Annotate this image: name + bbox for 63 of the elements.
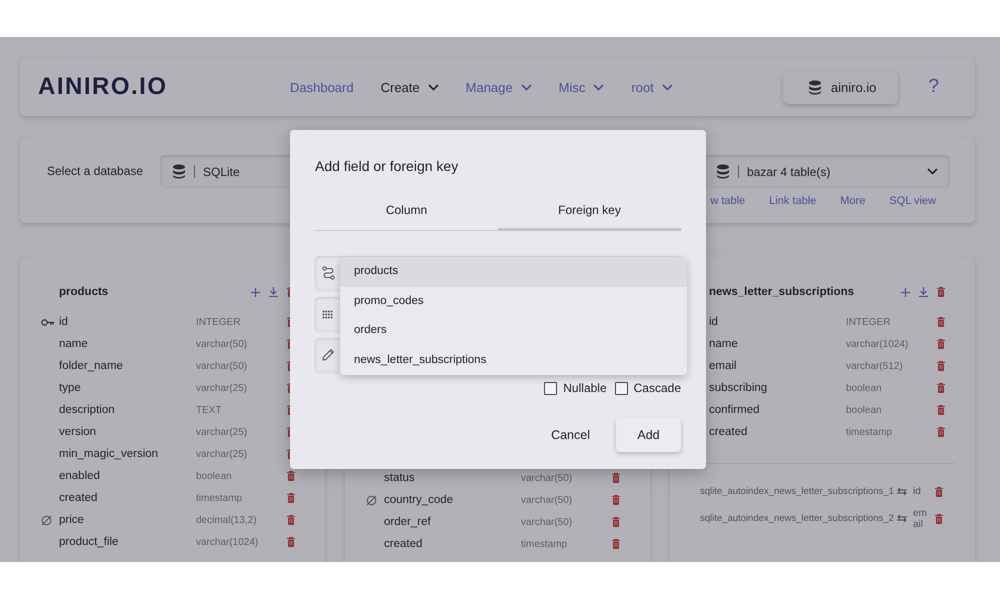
column-name: email [709,360,738,372]
column-type: varchar(512) [846,360,904,372]
column-name: name [59,338,89,350]
dialog-title: Add field or foreign key [315,157,460,176]
column-name: name [709,338,739,350]
column-type: varchar(25) [196,426,248,438]
column-type: varchar(50) [196,360,248,372]
column-type: INTEGER [196,316,242,328]
column-type: timestamp [521,538,568,550]
column-name: created [709,426,748,438]
index-name: sqlite_autoindex_news_letter_subscriptions_1 [700,486,895,497]
column-name: description [59,404,116,416]
column-name: product_file [59,536,120,548]
column-type: boolean [846,404,883,416]
column-name: created [384,538,424,550]
column-type: timestamp [196,492,244,504]
column-name: subscribing [709,382,768,394]
column-type: varchar(1024) [196,536,260,548]
column-type: varchar(50) [521,516,574,528]
column-type: varchar(25) [196,448,248,460]
column-type: INTEGER [846,316,892,328]
column-name: id [59,316,69,328]
index-name: sqlite_autoindex_news_letter_subscriptions_2 [700,513,895,524]
column-name: id [709,316,719,328]
column-name: type [59,382,82,394]
logo: AINIRO.IO [38,73,169,101]
cancel-button[interactable]: Cancel [545,427,596,443]
column-name: country_code [384,494,454,506]
tab[interactable]: Foreign key [498,203,681,231]
column-type: varchar(50) [521,472,574,484]
table-name: products [59,286,108,298]
column-type: boolean [846,382,883,394]
column-type: varchar(50) [196,338,248,350]
tab[interactable]: Column [315,203,498,230]
column-type: varchar(1024) [846,338,910,350]
column-name: price [59,514,85,526]
checkbox-label: Cascade [634,381,681,395]
column-type: decimal(13,2) [196,514,258,526]
column-type: TEXT [196,404,223,416]
column-type: boolean [196,470,233,482]
checkbox-label: Nullable [563,381,607,395]
column-name: order_ref [384,516,432,528]
column-name: version [59,426,98,438]
dropdown-option[interactable]: news_letter_subscriptions [340,346,687,376]
column-type: timestamp [846,426,894,438]
column-name: enabled [59,470,101,482]
index-column: id [913,486,927,497]
column-name: created [59,492,98,504]
account-button[interactable]: ainiro.io [782,70,898,104]
dropdown-option[interactable]: promo_codes [340,286,687,316]
column-name: min_magic_version [59,448,160,460]
nav-link[interactable]: Create [380,80,439,94]
column-name: status [384,472,416,484]
column-name: confirmed [709,404,760,416]
index-column: email [913,508,927,530]
add-button[interactable]: Add [616,418,681,452]
column-name: folder_name [59,360,124,372]
field-label: Select a database [47,163,144,180]
dropdown-option[interactable]: orders [340,316,687,346]
column-type: varchar(25) [196,382,248,394]
column-type: varchar(50) [521,494,574,506]
dropdown-option[interactable]: products [340,257,687,287]
table-name: news_letter_subscriptions [709,286,854,298]
